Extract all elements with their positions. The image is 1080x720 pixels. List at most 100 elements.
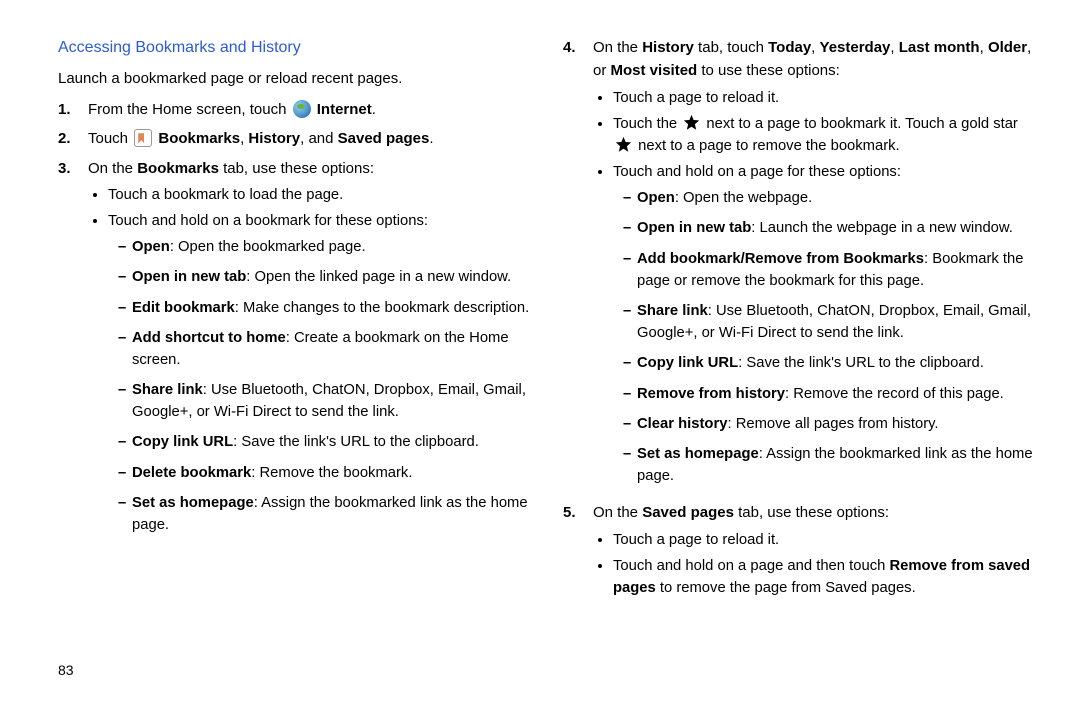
bullet-item: Touch a page to reload it. [613, 87, 1040, 109]
star-gold-icon [615, 136, 632, 153]
bullet-item: Touch and hold on a page and then touch … [613, 555, 1040, 599]
step-4: 4. On the History tab, touch Today, Yest… [563, 36, 1040, 495]
internet-label: Internet [317, 101, 372, 118]
bookmarks-label: Bookmarks [158, 130, 240, 147]
option-add-shortcut: Add shortcut to home: Create a bookmark … [118, 327, 535, 371]
option-copy-link: Copy link URL: Save the link's URL to th… [623, 352, 1040, 374]
option-label: Clear history [637, 416, 727, 432]
text: On the [593, 39, 642, 56]
option-share-link: Share link: Use Bluetooth, ChatON, Dropb… [623, 300, 1040, 344]
option-homepage: Set as homepage: Assign the bookmarked l… [623, 443, 1040, 487]
history-label: History [248, 130, 300, 147]
step-body: Touch Bookmarks, History, and Saved page… [88, 127, 535, 150]
bullet-item: Touch a bookmark to load the page. [108, 184, 535, 206]
option-label: Add shortcut to home [132, 330, 286, 346]
step-number: 1. [58, 98, 88, 121]
text: tab, use these options: [219, 160, 374, 177]
bullet-item: Touch and hold on a page for these optio… [613, 161, 1040, 487]
option-label: Open [637, 190, 675, 206]
option-label: Remove from history [637, 386, 785, 402]
option-add-remove-bookmark: Add bookmark/Remove from Bookmarks: Book… [623, 248, 1040, 292]
right-column: 4. On the History tab, touch Today, Yest… [563, 36, 1040, 609]
step-number: 4. [563, 36, 593, 495]
option-desc: : Launch the webpage in a new window. [751, 220, 1013, 236]
tab-name: Bookmarks [137, 160, 219, 177]
text: Touch and hold on a page and then touch [613, 558, 889, 574]
option-label: Share link [132, 382, 203, 398]
text: , and [300, 130, 338, 147]
filter: Yesterday [820, 39, 891, 56]
bullet-item: Touch a page to reload it. [613, 529, 1040, 551]
star-blue-icon [683, 114, 700, 131]
option-edit-bookmark: Edit bookmark: Make changes to the bookm… [118, 297, 535, 319]
option-label: Delete bookmark [132, 465, 251, 481]
option-homepage: Set as homepage: Assign the bookmarked l… [118, 492, 535, 536]
saved-pages-label: Saved pages [338, 130, 430, 147]
text: Touch and hold on a bookmark for these o… [108, 213, 428, 229]
option-delete-bookmark: Delete bookmark: Remove the bookmark. [118, 462, 535, 484]
page-columns: Accessing Bookmarks and History Launch a… [58, 36, 1040, 609]
option-desc: : Remove the bookmark. [251, 465, 412, 481]
option-desc: : Remove the record of this page. [785, 386, 1004, 402]
option-label: Copy link URL [637, 355, 738, 371]
bookmarks-icon [134, 129, 152, 147]
option-copy-link: Copy link URL: Save the link's URL to th… [118, 431, 535, 453]
step-number: 2. [58, 127, 88, 150]
option-label: Share link [637, 303, 708, 319]
option-desc: : Open the webpage. [675, 190, 812, 206]
text: . [372, 101, 376, 118]
bullet-item: Touch the next to a page to bookmark it.… [613, 113, 1040, 157]
step-body: From the Home screen, touch Internet. [88, 98, 535, 121]
option-desc: : Make changes to the bookmark descripti… [235, 300, 529, 316]
option-open: Open: Open the webpage. [623, 187, 1040, 209]
text: Touch [88, 130, 132, 147]
option-label: Open in new tab [637, 220, 751, 236]
option-label: Set as homepage [637, 446, 759, 462]
step-5: 5. On the Saved pages tab, use these opt… [563, 501, 1040, 603]
option-open: Open: Open the bookmarked page. [118, 236, 535, 258]
section-heading: Accessing Bookmarks and History [58, 36, 535, 61]
internet-icon [293, 100, 311, 118]
text: On the [88, 160, 137, 177]
text: From the Home screen, touch [88, 101, 291, 118]
tab-name: History [642, 39, 694, 56]
step-number: 5. [563, 501, 593, 603]
tab-name: Saved pages [642, 504, 734, 521]
option-label: Open [132, 239, 170, 255]
step-2: 2. Touch Bookmarks, History, and Saved p… [58, 127, 535, 150]
option-desc: : Open the linked page in a new window. [246, 269, 511, 285]
option-open-new-tab: Open in new tab: Open the linked page in… [118, 266, 535, 288]
text: , [890, 39, 898, 56]
step-body: On the History tab, touch Today, Yesterd… [593, 36, 1040, 495]
step-body: On the Saved pages tab, use these option… [593, 501, 1040, 603]
text: Touch the [613, 116, 681, 132]
text: next to a page to bookmark it. Touch a g… [702, 116, 1018, 132]
option-desc: : Save the link's URL to the clipboard. [233, 434, 479, 450]
step-number: 3. [58, 157, 88, 545]
filter: Older [988, 39, 1027, 56]
left-column: Accessing Bookmarks and History Launch a… [58, 36, 535, 609]
filter: Most visited [611, 62, 698, 79]
step-3: 3. On the Bookmarks tab, use these optio… [58, 157, 535, 545]
option-label: Edit bookmark [132, 300, 235, 316]
step-body: On the Bookmarks tab, use these options:… [88, 157, 535, 545]
text: to use these options: [697, 62, 840, 79]
option-open-new-tab: Open in new tab: Launch the webpage in a… [623, 217, 1040, 239]
option-label: Open in new tab [132, 269, 246, 285]
step-1: 1. From the Home screen, touch Internet. [58, 98, 535, 121]
page-number: 83 [58, 662, 74, 678]
option-remove-history: Remove from history: Remove the record o… [623, 383, 1040, 405]
option-share-link: Share link: Use Bluetooth, ChatON, Dropb… [118, 379, 535, 423]
text: tab, touch [694, 39, 768, 56]
text: , [811, 39, 819, 56]
text: to remove the page from Saved pages. [656, 580, 916, 596]
bullet-item: Touch and hold on a bookmark for these o… [108, 210, 535, 536]
filter: Today [768, 39, 811, 56]
filter: Last month [899, 39, 980, 56]
intro-text: Launch a bookmarked page or reload recen… [58, 67, 535, 90]
text: Touch and hold on a page for these optio… [613, 164, 901, 180]
option-desc: : Open the bookmarked page. [170, 239, 366, 255]
option-label: Copy link URL [132, 434, 233, 450]
option-clear-history: Clear history: Remove all pages from his… [623, 413, 1040, 435]
option-desc: : Save the link's URL to the clipboard. [738, 355, 984, 371]
